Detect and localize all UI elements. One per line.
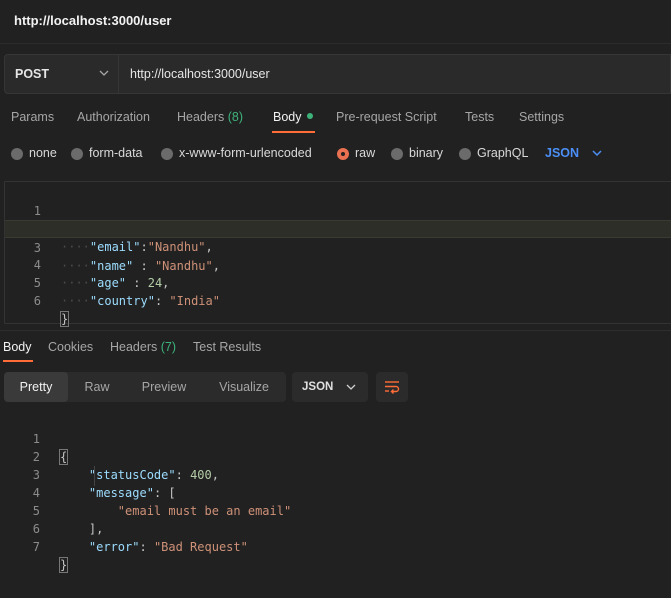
radio-label: GraphQL — [477, 146, 529, 160]
method-select[interactable]: POST — [4, 54, 119, 94]
radio-label: raw — [355, 146, 376, 160]
tab-label: Params — [11, 110, 55, 124]
headers-count: (7) — [160, 340, 177, 354]
indent-guide — [94, 466, 95, 486]
chevron-down-icon[interactable] — [590, 146, 604, 160]
tab-body[interactable]: Body — [273, 110, 313, 124]
tab-response-headers[interactable]: Headers (7) — [110, 340, 176, 354]
tab-label: Pre-request Script — [336, 110, 437, 124]
wrap-lines-icon — [385, 381, 400, 394]
radio-label: x-www-form-urlencoded — [179, 146, 312, 160]
tab-label: Body — [273, 110, 302, 124]
json-value: "Bad Request" — [153, 540, 248, 554]
body-format-select[interactable]: JSON — [545, 146, 579, 160]
body-type-options: none form-data x-www-form-urlencoded raw… — [0, 140, 671, 168]
radio-button-selected[interactable] — [337, 148, 349, 160]
response-tabs: Body Cookies Headers (7) Test Results — [0, 334, 671, 362]
radio-button[interactable] — [459, 148, 471, 160]
chevron-down-icon — [99, 70, 109, 76]
tab-authorization[interactable]: Authorization — [77, 110, 150, 124]
response-format-select[interactable]: JSON — [292, 372, 368, 402]
line-number: 6 — [33, 294, 41, 308]
radio-button[interactable] — [71, 148, 83, 160]
tab-label: Cookies — [48, 340, 94, 354]
code-line: 2 ····"email":"Nandhu", — [5, 202, 671, 254]
active-tab-indicator — [272, 131, 315, 133]
json-key: "country" — [89, 294, 155, 308]
code-line: 5 ], — [4, 484, 671, 536]
radio-button[interactable] — [391, 148, 403, 160]
wrap-lines-button[interactable] — [376, 372, 408, 402]
view-visualize[interactable]: Visualize — [202, 372, 286, 402]
response-view-switcher: Pretty Raw Preview Visualize — [4, 372, 286, 402]
tab-test-results[interactable]: Test Results — [193, 340, 261, 354]
view-pretty[interactable]: Pretty — [4, 372, 68, 402]
code-line-highlighted: 3 ····"name" : "Nandhu", — [5, 220, 671, 273]
view-raw[interactable]: Raw — [68, 372, 126, 402]
chevron-down-icon — [346, 384, 356, 390]
active-tab-indicator — [3, 360, 33, 362]
url-input[interactable]: http://localhost:3000/user — [119, 54, 671, 94]
radio-button[interactable] — [11, 148, 23, 160]
tab-pre-request-script[interactable]: Pre-request Script — [336, 110, 437, 124]
pane-divider[interactable] — [0, 330, 671, 331]
tab-label: Headers — [110, 340, 158, 354]
tab-label: Settings — [519, 110, 565, 124]
close-brace: } — [59, 311, 70, 327]
code-line: 2 "statusCode": 400, — [4, 430, 671, 482]
radio-label: form-data — [89, 146, 143, 160]
url-value: http://localhost:3000/user — [130, 67, 270, 81]
json-key: "error" — [88, 540, 140, 554]
response-toolbar: Pretty Raw Preview Visualize JSON — [4, 372, 671, 402]
tab-label: Tests — [465, 110, 495, 124]
request-body-editor[interactable]: 1 { 2 ····"email":"Nandhu", 3 ····"name"… — [4, 181, 671, 327]
tab-label: Test Results — [193, 340, 262, 354]
code-line: 4 "email must be an email" — [4, 466, 671, 518]
body-modified-dot — [306, 113, 313, 119]
response-format-label: JSON — [302, 381, 334, 393]
request-url-bar: POST http://localhost:3000/user — [4, 54, 671, 94]
tab-label: Authorization — [77, 110, 150, 124]
tab-response-body[interactable]: Body — [3, 340, 32, 354]
tab-cookies[interactable]: Cookies — [48, 340, 93, 354]
tab-label: Body — [3, 340, 32, 354]
tab-settings[interactable]: Settings — [519, 110, 564, 124]
request-title-bar: http://localhost:3000/user — [0, 0, 671, 44]
radio-button[interactable] — [161, 148, 173, 160]
tab-tests[interactable]: Tests — [465, 110, 494, 124]
code-line: 4 ····"age" : 24, — [5, 238, 671, 290]
radio-label: binary — [409, 146, 444, 160]
code-line: 6 } — [5, 274, 671, 327]
tab-params[interactable]: Params — [11, 110, 54, 124]
json-value: "India" — [169, 294, 220, 308]
view-preview[interactable]: Preview — [126, 372, 202, 402]
close-brace: } — [58, 557, 69, 573]
code-line: 6 "error": "Bad Request" — [4, 502, 671, 554]
line-number: 7 — [32, 540, 40, 554]
code-line: 1 { — [4, 412, 671, 465]
method-label: POST — [15, 67, 50, 81]
radio-label: none — [29, 146, 57, 160]
code-line: 7 } — [4, 520, 671, 573]
json-separator: : — [154, 294, 170, 308]
request-title[interactable]: http://localhost:3000/user — [14, 13, 171, 28]
code-line: 5 ····"country": "India" — [5, 256, 671, 308]
tab-headers[interactable]: Headers (8) — [177, 110, 243, 124]
headers-count: (8) — [227, 110, 244, 124]
tab-label: Headers — [177, 110, 225, 124]
code-line: 1 { — [5, 184, 671, 237]
code-line: 3 "message": [ — [4, 448, 671, 500]
response-body-viewer: 1 { 2 "statusCode": 400, 3 "message": [ … — [4, 412, 671, 573]
request-tabs: Params Authorization Headers (8) Body Pr… — [0, 104, 671, 134]
